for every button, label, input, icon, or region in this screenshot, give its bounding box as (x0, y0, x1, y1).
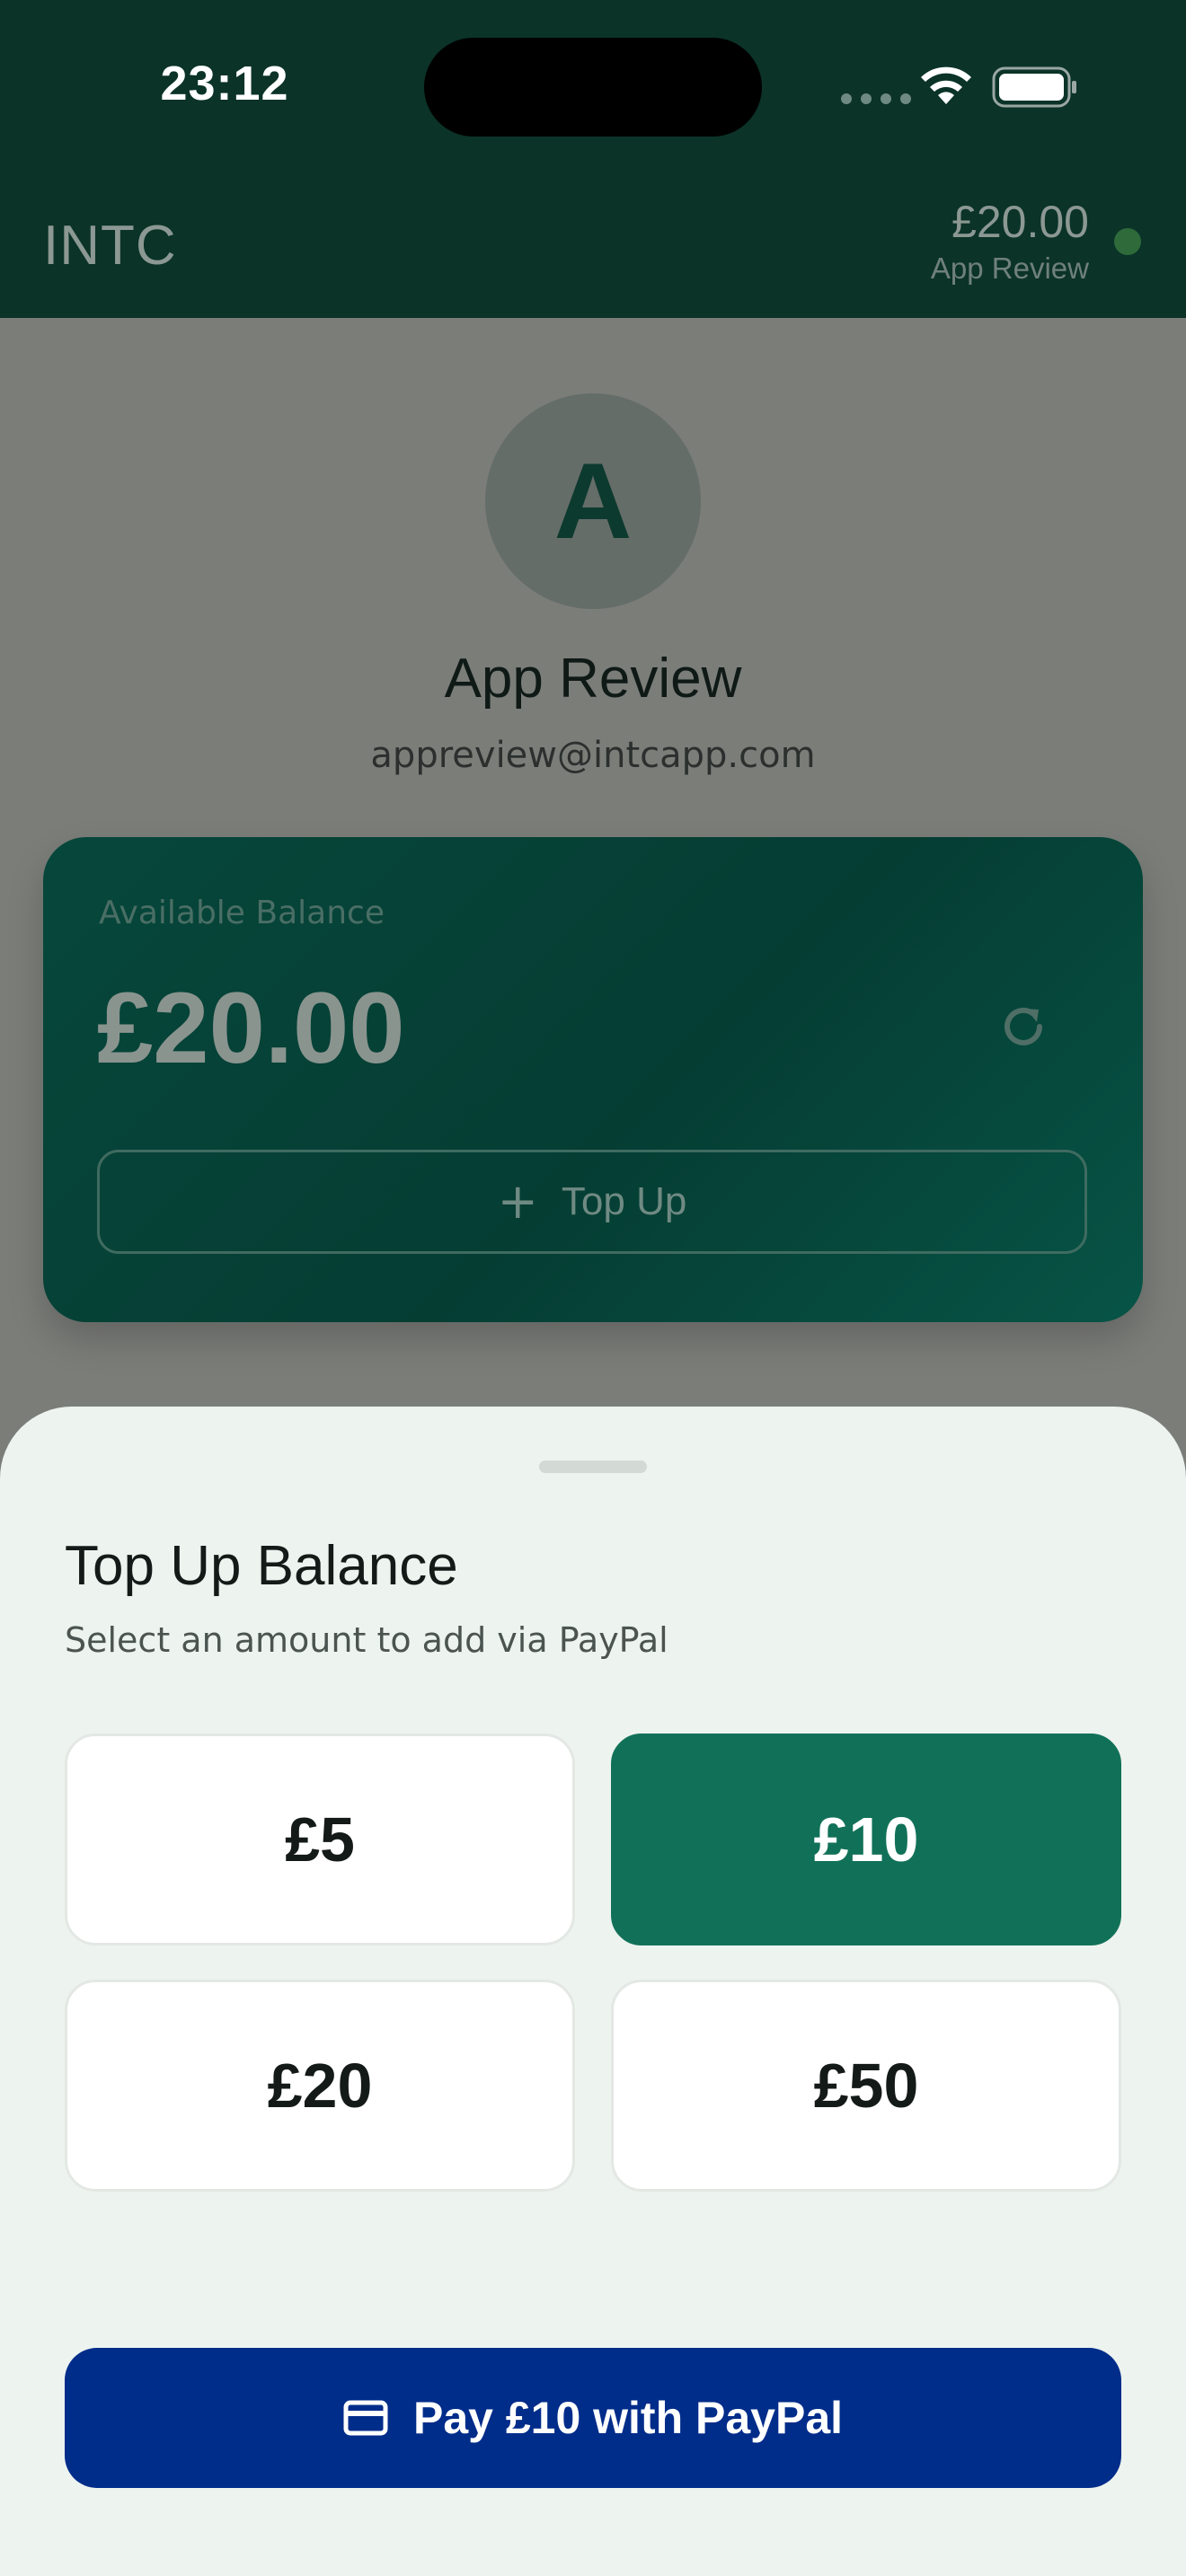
pay-button-label: Pay £10 with PayPal (412, 2393, 844, 2443)
battery-icon (992, 66, 1076, 108)
top-up-button[interactable]: + Top Up (97, 1150, 1087, 1254)
pay-with-paypal-button[interactable]: Pay £10 with PayPal (65, 2348, 1121, 2488)
balance-label: Available Balance (99, 895, 385, 931)
dynamic-island (424, 38, 762, 137)
sheet-subtitle: Select an amount to add via PayPal (65, 1620, 668, 1660)
top-up-label: Top Up (561, 1179, 687, 1223)
amount-option-5[interactable]: £5 (65, 1734, 575, 1945)
amount-option-10[interactable]: £10 (611, 1734, 1121, 1945)
balance-amount: £20.00 (97, 972, 405, 1084)
sheet-title: Top Up Balance (65, 1535, 458, 1597)
credit-card-icon (343, 2400, 388, 2436)
wifi-icon (921, 66, 971, 104)
plus-icon: + (497, 1173, 538, 1230)
top-bar: 23:12 INTC £20.00 App Review (0, 0, 1186, 318)
header-user-name: App Review (930, 251, 1089, 285)
avatar-initial: A (553, 441, 633, 561)
status-time: 23:12 (160, 57, 289, 110)
header-balance: £20.00 (951, 197, 1089, 247)
profile-name: App Review (444, 648, 742, 710)
avatar: A (485, 393, 701, 609)
app-brand: INTC (43, 215, 177, 277)
amount-option-50[interactable]: £50 (611, 1980, 1121, 2192)
cellular-signal-icon (841, 93, 911, 104)
profile-email: appreview@intcapp.com (370, 735, 816, 776)
sheet-grabber[interactable] (539, 1460, 647, 1473)
refresh-icon[interactable] (996, 999, 1051, 1054)
top-up-sheet: Top Up Balance Select an amount to add v… (0, 1407, 1186, 2576)
online-status-dot (1114, 228, 1141, 255)
balance-card: Available Balance £20.00 + Top Up (43, 837, 1143, 1322)
amount-option-20[interactable]: £20 (65, 1980, 575, 2192)
